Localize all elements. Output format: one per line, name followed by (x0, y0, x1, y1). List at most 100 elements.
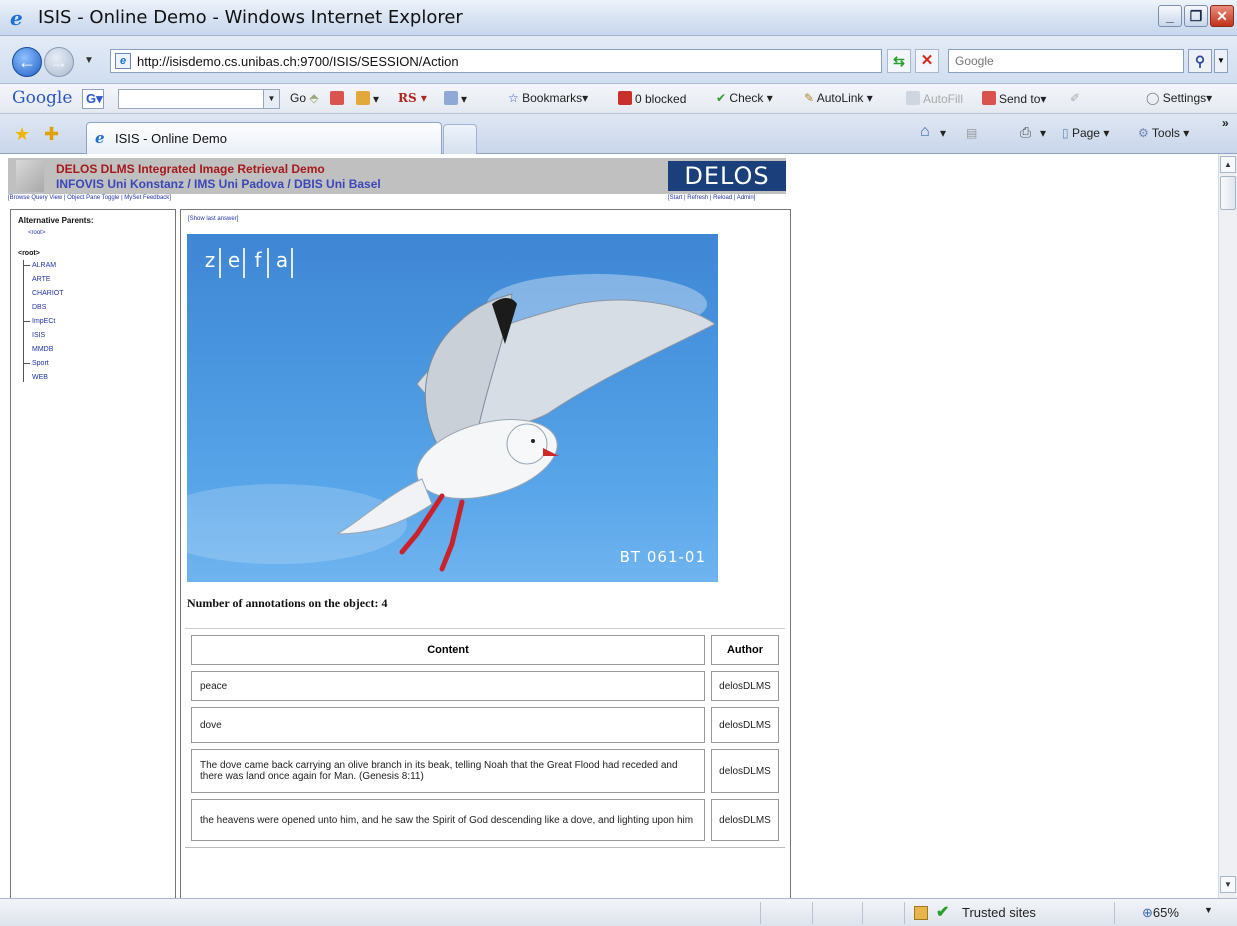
pagerank-icon[interactable] (330, 91, 347, 106)
brand-letter: f (249, 248, 269, 278)
google-search-dropdown[interactable]: ▼ (263, 90, 279, 108)
search-box[interactable] (948, 49, 1184, 73)
admin-links[interactable]: [Start | Refresh | Reload | Admin] (668, 195, 755, 201)
star-icon: ☆ (508, 91, 519, 105)
share-icon[interactable]: ▾ (444, 91, 467, 106)
tools-menu-button[interactable]: ⚙ Tools ▾ (1138, 126, 1189, 140)
favorites-center-icon[interactable]: ★ (14, 124, 30, 145)
security-zone[interactable]: Trusted sites (962, 905, 1036, 920)
gear-icon: ⚙ (1138, 126, 1149, 140)
annotation-author: delosDLMS (711, 749, 779, 793)
browser-window: e ISIS - Online Demo - Windows Internet … (0, 0, 1237, 926)
content-column-header: Content (191, 635, 705, 665)
settings-button[interactable]: ◯ Settings▾ (1146, 91, 1212, 105)
recent-pages-dropdown[interactable]: ▼ (84, 55, 94, 66)
maximize-button[interactable]: ❐ (1184, 5, 1208, 27)
annotation-content: peace (191, 671, 705, 701)
page-menu-icon: ▯ (1062, 126, 1069, 140)
url-field[interactable]: e http://isisdemo.cs.unibas.ch:9700/ISIS… (110, 49, 989, 73)
send-to-button[interactable]: Send to▾ (982, 91, 1046, 106)
home-icon[interactable]: ⌂ (920, 123, 930, 141)
settings-label: Settings (1162, 91, 1207, 105)
home-dropdown[interactable]: ▾ (940, 126, 946, 140)
feeds-icon[interactable]: ▤ (966, 126, 977, 140)
tab-isis-online-demo[interactable]: e ISIS - Online Demo (86, 122, 442, 154)
google-search-input[interactable]: ▼ (118, 89, 280, 109)
vertical-scrollbar[interactable]: ▲ ▼ (1218, 154, 1237, 898)
tree-root[interactable]: <root> (18, 250, 40, 257)
tree-item-label: MMDB (32, 346, 54, 353)
highlight-icon[interactable]: ✐ (1070, 91, 1080, 105)
google-menu-icon[interactable]: G▾ (82, 89, 104, 109)
tree-item-arte[interactable]: ARTE (23, 276, 51, 283)
send-to-label: Send to (999, 92, 1041, 106)
refresh-button[interactable]: ⇆ (887, 49, 911, 73)
search-button[interactable]: ⚲ (1188, 49, 1212, 73)
rs-button[interactable]: RS ▾ (398, 91, 427, 105)
scroll-down-button[interactable]: ▼ (1220, 876, 1236, 893)
table-header-row: Content Author (191, 635, 779, 665)
tab-page-icon: e (95, 129, 105, 147)
tree-item-impect[interactable]: ImpECt (23, 318, 55, 325)
minimize-button[interactable]: _ (1158, 5, 1182, 27)
print-dropdown[interactable]: ▾ (1040, 126, 1046, 140)
table-row: peace delosDLMS (191, 671, 779, 701)
google-logo[interactable]: Google (12, 88, 72, 108)
search-options-dropdown[interactable]: ▼ (1214, 49, 1228, 73)
print-icon[interactable]: ⎙ (1020, 124, 1031, 141)
tree-item-dbs[interactable]: DBS (23, 304, 46, 311)
google-go-button[interactable]: Go ⬘ (290, 91, 319, 105)
new-tab-button[interactable] (443, 124, 477, 154)
scroll-up-button[interactable]: ▲ (1220, 156, 1236, 173)
object-image[interactable]: z e f a BT 061-01 (187, 234, 718, 582)
tree-item-sport[interactable]: Sport (23, 360, 49, 367)
settings-icon: ◯ (1146, 91, 1160, 105)
annotation-content: dove (191, 707, 705, 743)
add-favorites-icon[interactable]: ✚ (44, 124, 59, 145)
hierarchy-panel: Alternative Parents: <root> <root> ALRAM… (10, 209, 176, 898)
title-bar: e ISIS - Online Demo - Windows Internet … (0, 0, 1237, 36)
url-text: http://isisdemo.cs.unibas.ch:9700/ISIS/S… (137, 54, 459, 69)
alt-parent-root-link[interactable]: <root> (28, 230, 45, 236)
google-toolbar: Google G▾ ▼ Go ⬘ ▾ RS ▾ ▾ ☆ Bookmarks▾ 0… (0, 84, 1237, 114)
bookmarks-button[interactable]: ☆ Bookmarks▾ (508, 91, 588, 105)
brand-letter: z (201, 248, 221, 278)
scroll-thumb[interactable] (1220, 176, 1236, 210)
zoom-level[interactable]: ⊕65% (1142, 905, 1179, 921)
tree-item-web[interactable]: WEB (23, 374, 48, 381)
brand-letter: e (225, 248, 245, 278)
tree-item-label: Sport (32, 360, 49, 367)
ie-logo-icon: e (10, 6, 23, 30)
close-button[interactable]: ✕ (1210, 5, 1234, 27)
search-input[interactable] (949, 50, 1183, 72)
stop-button[interactable]: ✕ (915, 49, 939, 73)
show-last-answer-link[interactable]: [Show last answer] (188, 216, 238, 222)
divider (904, 902, 905, 924)
toolbar-overflow-icon[interactable]: » (1222, 116, 1229, 130)
zoom-dropdown[interactable]: ▼ (1204, 905, 1213, 915)
object-panel: [Show last answer] z e f a BT 061-01 Num… (180, 209, 791, 898)
annotation-author: delosDLMS (711, 671, 779, 701)
autofill-button[interactable]: AutoFill (906, 91, 963, 106)
tree-item-label: DBS (32, 304, 47, 311)
forward-button[interactable]: → (44, 47, 74, 77)
popup-blocker-button[interactable]: 0 blocked (618, 91, 686, 106)
spellcheck-button[interactable]: ✔ Check ▾ (716, 91, 773, 105)
tree-item-isis[interactable]: ISIS (23, 332, 45, 339)
autolink-button[interactable]: ✎ AutoLink ▾ (804, 91, 873, 105)
tree-item-chariot[interactable]: CHARIOT (23, 290, 64, 297)
view-links[interactable]: [Browse Query View | Object Pane Toggle … (8, 195, 171, 201)
bookmarks-label: Bookmarks (522, 91, 583, 105)
page-menu-button[interactable]: ▯ Page ▾ (1062, 126, 1109, 140)
tree-item-alram[interactable]: ALRAM (23, 262, 56, 269)
popup-icon[interactable]: ▾ (356, 91, 379, 106)
back-button[interactable]: ← (12, 47, 42, 77)
tree-item-mmdb[interactable]: MMDB (23, 346, 53, 353)
alt-parents-label: Alternative Parents: (18, 216, 94, 225)
address-bar: ← → ▼ e http://isisdemo.cs.unibas.ch:970… (0, 36, 1237, 84)
autolink-icon: ✎ (804, 91, 815, 105)
security-icon[interactable] (914, 906, 928, 920)
tree-item-label: WEB (32, 374, 48, 381)
page-content: DELOS DLMS Integrated Image Retrieval De… (0, 154, 1218, 898)
autolink-label: AutoLink (816, 91, 864, 105)
